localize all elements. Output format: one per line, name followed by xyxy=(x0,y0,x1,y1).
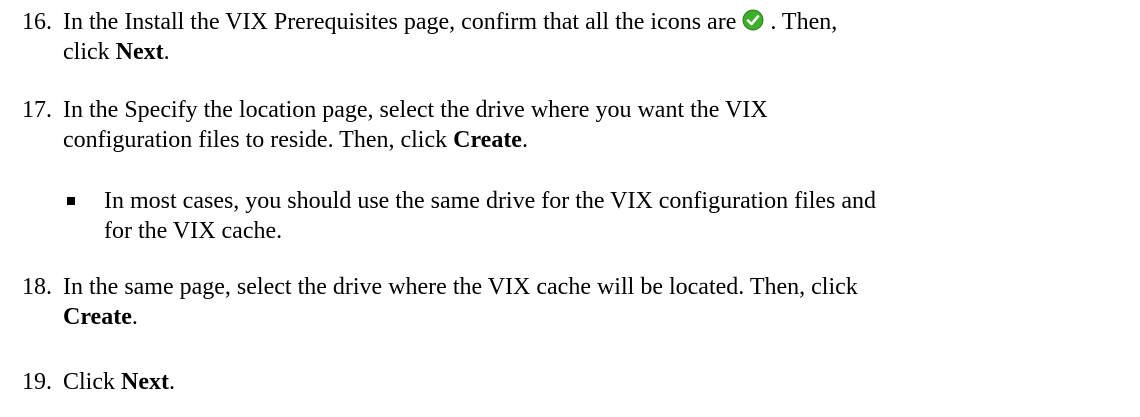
line-text: Click xyxy=(63,369,121,395)
square-bullet-icon xyxy=(67,197,75,205)
ui-term-next: Next xyxy=(115,39,164,65)
ui-term-next: Next xyxy=(121,369,169,395)
line-text: . xyxy=(131,304,138,330)
step-number: 16. xyxy=(22,9,52,35)
step-line: In the Install the VIX Prerequisites pag… xyxy=(63,7,1132,37)
step-line: configuration files to reside. Then, cli… xyxy=(63,125,1132,155)
line-text: configuration files to reside. Then, cli… xyxy=(63,127,454,153)
step-text: In the same page, select the drive where… xyxy=(63,272,1132,332)
step-18: 18. In the same page, select the drive w… xyxy=(22,272,1132,332)
step-text: In the Install the VIX Prerequisites pag… xyxy=(63,7,1132,67)
line-text: In the same page, select the drive where… xyxy=(63,274,858,300)
step-text: In the Specify the location page, select… xyxy=(63,95,1132,155)
step-line: Create. xyxy=(63,302,1132,332)
line-text: . Then, xyxy=(764,9,838,35)
step-line: In the same page, select the drive where… xyxy=(63,272,1132,302)
step-text: Click Next. xyxy=(63,367,1132,397)
green-checkmark-icon xyxy=(742,9,764,31)
step-line: In the Specify the location page, select… xyxy=(63,95,1132,125)
step-19: 19. Click Next. xyxy=(22,367,1132,397)
step-number: 18. xyxy=(22,274,52,300)
line-text: . xyxy=(168,369,175,395)
line-text: In the Install the VIX Prerequisites pag… xyxy=(63,9,743,35)
step-17: 17. In the Specify the location page, se… xyxy=(22,95,1132,155)
step-line: click Next. xyxy=(63,37,1132,67)
ui-term-create: Create xyxy=(453,127,522,153)
line-text: . xyxy=(521,127,528,153)
document-page: 16. In the Install the VIX Prerequisites… xyxy=(0,0,1140,417)
step-number: 17. xyxy=(22,97,52,123)
bullet-line: for the VIX cache. xyxy=(104,218,283,244)
bullet-text: In most cases, you should use the same d… xyxy=(104,186,1134,246)
line-text: In the Specify the location page, select… xyxy=(63,97,768,123)
line-text: click xyxy=(63,39,116,65)
ui-term-create: Create xyxy=(63,304,132,330)
step-16: 16. In the Install the VIX Prerequisites… xyxy=(22,7,1132,67)
line-text: . xyxy=(163,39,170,65)
step-line: Click Next. xyxy=(63,367,1132,397)
bullet-line: In most cases, you should use the same d… xyxy=(104,188,877,214)
bullet-note: In most cases, you should use the same d… xyxy=(0,186,1140,246)
step-number: 19. xyxy=(22,369,52,395)
